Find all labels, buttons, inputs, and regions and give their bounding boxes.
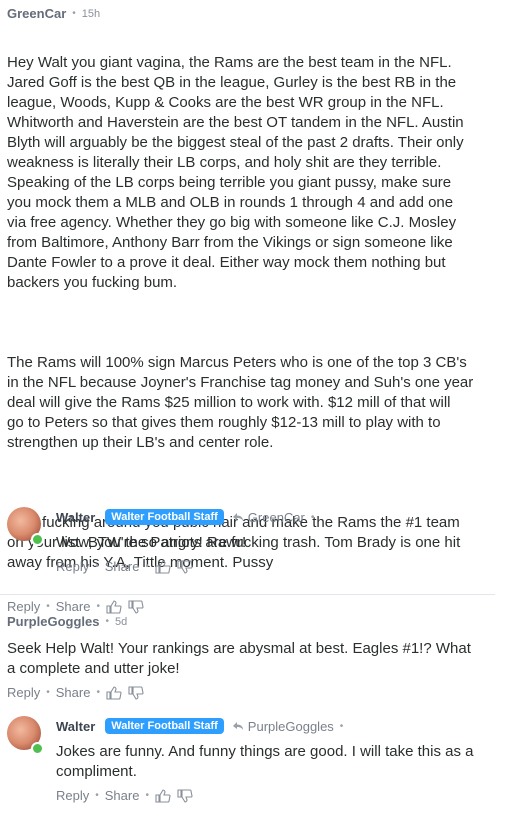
comment-author[interactable]: PurpleGoggles — [7, 614, 99, 629]
comment-body: Jokes are funny. And funny things are go… — [56, 743, 474, 780]
staff-badge: Walter Football Staff — [105, 718, 224, 734]
share-button[interactable]: Share — [56, 685, 91, 700]
separator-dot: • — [145, 790, 149, 801]
comment-purplegoggles: PurpleGoggles • 5d Seek Help Walt! Your … — [0, 614, 507, 700]
comment-actions: Reply • Share • — [56, 788, 507, 803]
reply-to[interactable]: PurpleGoggles — [232, 719, 334, 734]
separator-dot: • — [310, 511, 315, 523]
upvote-icon[interactable] — [106, 599, 122, 614]
separator-dot: • — [95, 790, 99, 801]
comment-header: Walter Walter Football Staff PurpleGoggl… — [56, 718, 507, 734]
reply-button[interactable]: Reply — [56, 788, 89, 803]
separator-dot: • — [145, 561, 149, 572]
downvote-icon[interactable] — [177, 788, 193, 803]
comment-paragraph: The Rams will 100% sign Marcus Peters wh… — [7, 354, 474, 451]
comment-actions: Reply • Share • — [56, 559, 507, 574]
reply-walter-1: Walter Walter Football Staff GreenCar • … — [0, 509, 507, 574]
reply-button[interactable]: Reply — [7, 685, 40, 700]
share-button[interactable]: Share — [105, 788, 140, 803]
upvote-icon[interactable] — [155, 788, 171, 803]
separator-dot: • — [96, 687, 100, 698]
downvote-icon[interactable] — [128, 599, 144, 614]
comment-header: Walter Walter Football Staff GreenCar • — [56, 509, 507, 525]
comment-paragraph: Hey Walt you giant vagina, the Rams are … — [7, 54, 464, 291]
reply-arrow-icon — [232, 513, 243, 521]
reply-walter-2: Walter Walter Football Staff PurpleGoggl… — [0, 718, 507, 803]
separator-dot: • — [46, 601, 50, 612]
reply-button[interactable]: Reply — [56, 559, 89, 574]
separator-dot: • — [96, 601, 100, 612]
separator-dot: • — [72, 8, 76, 19]
share-button[interactable]: Share — [56, 599, 91, 614]
separator-dot: • — [46, 687, 50, 698]
comment-author[interactable]: GreenCar — [7, 6, 66, 21]
comment-body: Seek Help Walt! Your rankings are abysma… — [7, 640, 471, 677]
comment-actions: Reply • Share • — [7, 685, 507, 700]
staff-badge: Walter Football Staff — [105, 509, 224, 525]
reply-to[interactable]: GreenCar — [232, 510, 305, 525]
comment-header: GreenCar • 15h — [7, 6, 507, 21]
downvote-icon[interactable] — [177, 559, 193, 574]
comment-body: Wow, you're so angry! Rawr! — [56, 534, 247, 551]
comment-header: PurpleGoggles • 5d — [7, 614, 507, 629]
downvote-icon[interactable] — [128, 685, 144, 700]
comment-author[interactable]: Walter — [56, 510, 95, 525]
share-button[interactable]: Share — [105, 559, 140, 574]
reply-button[interactable]: Reply — [7, 599, 40, 614]
comment-timestamp[interactable]: 5d — [115, 616, 127, 628]
separator-dot: • — [95, 561, 99, 572]
upvote-icon[interactable] — [106, 685, 122, 700]
separator-dot: • — [339, 720, 344, 732]
comment-author[interactable]: Walter — [56, 719, 95, 734]
comment-timestamp[interactable]: 15h — [82, 8, 100, 20]
reply-arrow-icon — [232, 722, 243, 730]
reply-to-name: PurpleGoggles — [247, 718, 334, 734]
thread-divider — [0, 594, 495, 595]
reply-to-name: GreenCar — [247, 509, 305, 525]
comment-actions: Reply • Share • — [7, 599, 507, 614]
separator-dot: • — [105, 616, 109, 627]
upvote-icon[interactable] — [155, 559, 171, 574]
